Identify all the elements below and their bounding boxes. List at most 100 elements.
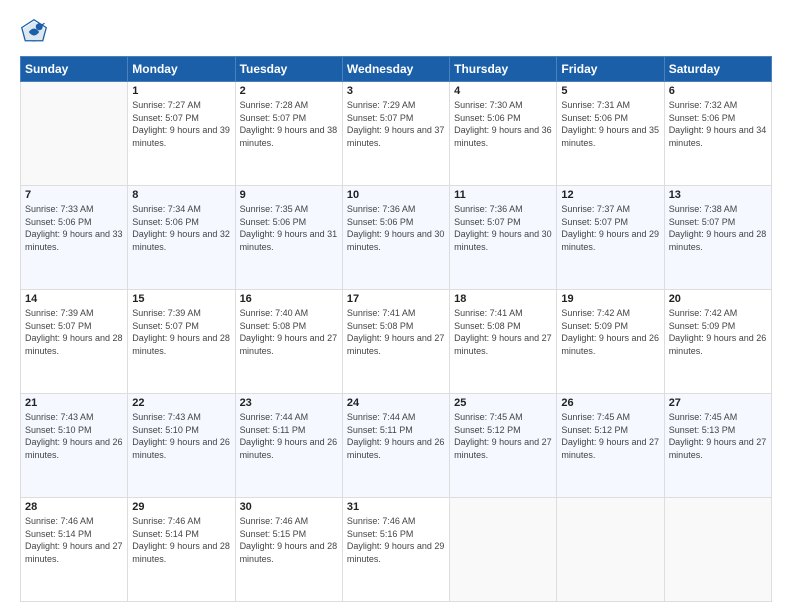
day-info: Sunrise: 7:43 AMSunset: 5:10 PMDaylight:… [25, 411, 123, 461]
calendar-cell: 12 Sunrise: 7:37 AMSunset: 5:07 PMDayligh… [557, 186, 664, 290]
day-info: Sunrise: 7:44 AMSunset: 5:11 PMDaylight:… [240, 411, 338, 461]
calendar-cell: 21 Sunrise: 7:43 AMSunset: 5:10 PMDayligh… [21, 394, 128, 498]
calendar-cell: 8 Sunrise: 7:34 AMSunset: 5:06 PMDaylight… [128, 186, 235, 290]
calendar-cell [557, 498, 664, 602]
calendar-cell: 28 Sunrise: 7:46 AMSunset: 5:14 PMDayligh… [21, 498, 128, 602]
calendar-cell [21, 82, 128, 186]
day-number: 15 [132, 293, 230, 305]
calendar-cell: 6Sunrise: 7:32 AMSunset: 5:06 PMDaylight… [664, 82, 771, 186]
calendar-cell: 3 Sunrise: 7:29 AMSunset: 5:07 PMDaylight… [342, 82, 449, 186]
day-info: Sunrise: 7:44 AMSunset: 5:11 PMDaylight:… [347, 411, 445, 461]
day-info: Sunrise: 7:46 AMSunset: 5:14 PMDaylight:… [132, 515, 230, 565]
day-info: Sunrise: 7:29 AMSunset: 5:07 PMDaylight:… [347, 99, 445, 149]
day-info: Sunrise: 7:46 AMSunset: 5:14 PMDaylight:… [25, 515, 123, 565]
calendar-cell: 7 Sunrise: 7:33 AMSunset: 5:06 PMDaylight… [21, 186, 128, 290]
day-info: Sunrise: 7:38 AMSunset: 5:07 PMDaylight:… [669, 203, 767, 253]
calendar-cell: 10 Sunrise: 7:36 AMSunset: 5:06 PMDayligh… [342, 186, 449, 290]
page: SundayMondayTuesdayWednesdayThursdayFrid… [0, 0, 792, 612]
day-number: 25 [454, 397, 552, 409]
calendar-cell: 25 Sunrise: 7:45 AMSunset: 5:12 PMDayligh… [450, 394, 557, 498]
day-number: 4 [454, 85, 552, 97]
day-number: 10 [347, 189, 445, 201]
calendar-cell: 14 Sunrise: 7:39 AMSunset: 5:07 PMDayligh… [21, 290, 128, 394]
day-number: 17 [347, 293, 445, 305]
day-info: Sunrise: 7:34 AMSunset: 5:06 PMDaylight:… [132, 203, 230, 253]
day-info: Sunrise: 7:39 AMSunset: 5:07 PMDaylight:… [132, 307, 230, 357]
day-info: Sunrise: 7:37 AMSunset: 5:07 PMDaylight:… [561, 203, 659, 253]
calendar-table: SundayMondayTuesdayWednesdayThursdayFrid… [20, 56, 772, 602]
calendar-cell: 5 Sunrise: 7:31 AMSunset: 5:06 PMDaylight… [557, 82, 664, 186]
day-number: 5 [561, 85, 659, 97]
calendar-cell: 20 Sunrise: 7:42 AMSunset: 5:09 PMDayligh… [664, 290, 771, 394]
day-number: 14 [25, 293, 123, 305]
day-number: 7 [25, 189, 123, 201]
calendar-cell: 11Sunrise: 7:36 AMSunset: 5:07 PMDayligh… [450, 186, 557, 290]
day-number: 19 [561, 293, 659, 305]
col-header-tuesday: Tuesday [235, 57, 342, 82]
col-header-friday: Friday [557, 57, 664, 82]
day-info: Sunrise: 7:31 AMSunset: 5:06 PMDaylight:… [561, 99, 659, 149]
day-number: 12 [561, 189, 659, 201]
day-number: 3 [347, 85, 445, 97]
day-info: Sunrise: 7:35 AMSunset: 5:06 PMDaylight:… [240, 203, 338, 253]
calendar-cell: 30Sunrise: 7:46 AMSunset: 5:15 PMDayligh… [235, 498, 342, 602]
day-number: 20 [669, 293, 767, 305]
col-header-saturday: Saturday [664, 57, 771, 82]
day-number: 11 [454, 189, 552, 201]
day-number: 18 [454, 293, 552, 305]
calendar-cell: 26 Sunrise: 7:45 AMSunset: 5:12 PMDayligh… [557, 394, 664, 498]
day-info: Sunrise: 7:45 AMSunset: 5:13 PMDaylight:… [669, 411, 767, 461]
col-header-sunday: Sunday [21, 57, 128, 82]
day-number: 30 [240, 501, 338, 513]
day-number: 2 [240, 85, 338, 97]
day-info: Sunrise: 7:39 AMSunset: 5:07 PMDaylight:… [25, 307, 123, 357]
day-number: 22 [132, 397, 230, 409]
day-info: Sunrise: 7:45 AMSunset: 5:12 PMDaylight:… [561, 411, 659, 461]
calendar-cell [450, 498, 557, 602]
calendar-cell: 16Sunrise: 7:40 AMSunset: 5:08 PMDayligh… [235, 290, 342, 394]
logo-icon [20, 18, 48, 46]
calendar-cell: 31 Sunrise: 7:46 AMSunset: 5:16 PMDayligh… [342, 498, 449, 602]
day-number: 9 [240, 189, 338, 201]
day-number: 27 [669, 397, 767, 409]
day-number: 26 [561, 397, 659, 409]
day-info: Sunrise: 7:33 AMSunset: 5:06 PMDaylight:… [25, 203, 123, 253]
day-number: 8 [132, 189, 230, 201]
day-number: 31 [347, 501, 445, 513]
calendar-cell: 15 Sunrise: 7:39 AMSunset: 5:07 PMDayligh… [128, 290, 235, 394]
day-number: 21 [25, 397, 123, 409]
day-info: Sunrise: 7:41 AMSunset: 5:08 PMDaylight:… [347, 307, 445, 357]
calendar-cell: 1 Sunrise: 7:27 AMSunset: 5:07 PMDaylight… [128, 82, 235, 186]
day-info: Sunrise: 7:42 AMSunset: 5:09 PMDaylight:… [561, 307, 659, 357]
day-number: 23 [240, 397, 338, 409]
day-info: Sunrise: 7:43 AMSunset: 5:10 PMDaylight:… [132, 411, 230, 461]
day-number: 6 [669, 85, 767, 97]
calendar-cell: 29 Sunrise: 7:46 AMSunset: 5:14 PMDayligh… [128, 498, 235, 602]
day-info: Sunrise: 7:27 AMSunset: 5:07 PMDaylight:… [132, 99, 230, 149]
calendar-cell: 22 Sunrise: 7:43 AMSunset: 5:10 PMDayligh… [128, 394, 235, 498]
calendar-cell [664, 498, 771, 602]
col-header-monday: Monday [128, 57, 235, 82]
calendar-cell: 23 Sunrise: 7:44 AMSunset: 5:11 PMDayligh… [235, 394, 342, 498]
day-info: Sunrise: 7:46 AMSunset: 5:16 PMDaylight:… [347, 515, 445, 565]
calendar-cell: 27 Sunrise: 7:45 AMSunset: 5:13 PMDayligh… [664, 394, 771, 498]
day-info: Sunrise: 7:30 AMSunset: 5:06 PMDaylight:… [454, 99, 552, 149]
day-number: 1 [132, 85, 230, 97]
day-number: 28 [25, 501, 123, 513]
header [20, 18, 772, 46]
day-number: 16 [240, 293, 338, 305]
calendar-cell: 4 Sunrise: 7:30 AMSunset: 5:06 PMDaylight… [450, 82, 557, 186]
day-info: Sunrise: 7:36 AMSunset: 5:06 PMDaylight:… [347, 203, 445, 253]
day-info: Sunrise: 7:45 AMSunset: 5:12 PMDaylight:… [454, 411, 552, 461]
calendar-cell: 17 Sunrise: 7:41 AMSunset: 5:08 PMDayligh… [342, 290, 449, 394]
col-header-thursday: Thursday [450, 57, 557, 82]
col-header-wednesday: Wednesday [342, 57, 449, 82]
calendar-cell: 19 Sunrise: 7:42 AMSunset: 5:09 PMDayligh… [557, 290, 664, 394]
day-info: Sunrise: 7:42 AMSunset: 5:09 PMDaylight:… [669, 307, 767, 357]
calendar-cell: 2 Sunrise: 7:28 AMSunset: 5:07 PMDaylight… [235, 82, 342, 186]
day-number: 13 [669, 189, 767, 201]
day-number: 29 [132, 501, 230, 513]
day-info: Sunrise: 7:28 AMSunset: 5:07 PMDaylight:… [240, 99, 338, 149]
calendar-cell: 18Sunrise: 7:41 AMSunset: 5:08 PMDayligh… [450, 290, 557, 394]
calendar-cell: 24Sunrise: 7:44 AMSunset: 5:11 PMDayligh… [342, 394, 449, 498]
